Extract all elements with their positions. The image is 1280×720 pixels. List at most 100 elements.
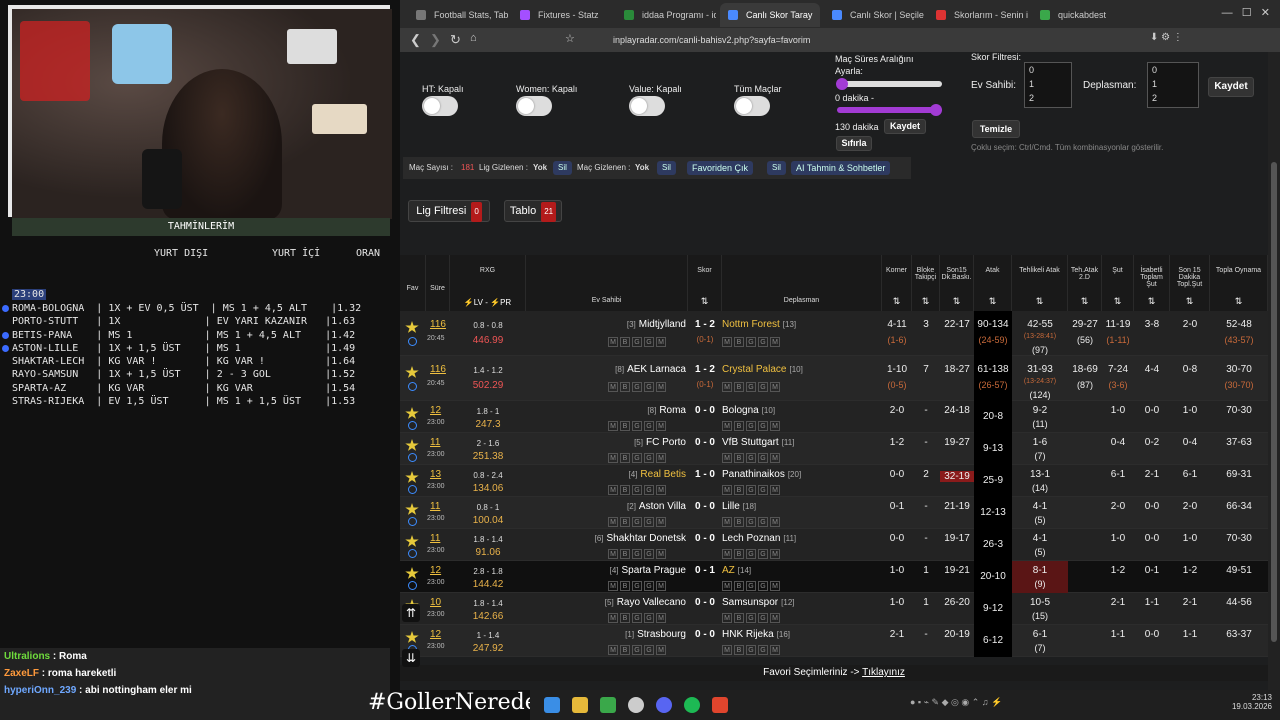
browser-tab[interactable]: Skorlarım - Senin iç: [928, 3, 1028, 27]
away-team[interactable]: HNK Rijeka [16]: [722, 629, 790, 640]
scroll-top-button[interactable]: ⇈: [402, 604, 420, 622]
tum-toggle[interactable]: [734, 96, 770, 116]
away-team[interactable]: VfB Stuttgart [11]: [722, 437, 794, 448]
notify-icon[interactable]: [408, 517, 417, 526]
header-sut[interactable]: Şut ⇅: [1102, 255, 1134, 311]
sifirla-button[interactable]: Sıfırla: [836, 136, 872, 151]
notify-icon[interactable]: [408, 382, 417, 391]
reload-icon[interactable]: ↻: [450, 32, 461, 48]
notify-icon[interactable]: [408, 549, 417, 558]
header-fav[interactable]: Fav: [400, 255, 426, 311]
home-team[interactable]: [1] Strasbourg: [625, 629, 686, 640]
sort-icon[interactable]: ⇅: [1102, 296, 1133, 307]
sort-icon[interactable]: ⇅: [1068, 296, 1101, 307]
match-minute[interactable]: 116: [430, 364, 446, 375]
sort-icon[interactable]: ⇅: [688, 296, 721, 307]
browser-tab[interactable]: Fixtures - Statz: [512, 3, 612, 27]
lig-sil-button[interactable]: Sil: [553, 161, 572, 175]
home-team[interactable]: [4] Real Betis: [629, 469, 686, 480]
away-team[interactable]: Samsunspor [12]: [722, 597, 794, 608]
away-team[interactable]: Bologna [10]: [722, 405, 775, 416]
match-minute[interactable]: 11: [430, 533, 440, 544]
match-minute[interactable]: 11: [430, 437, 440, 448]
favoriden-cik-button[interactable]: Favoriden Çık: [687, 161, 754, 175]
browser-tab[interactable]: quickabdest: [1032, 3, 1132, 27]
match-minute[interactable]: 11: [430, 501, 440, 512]
header-dep[interactable]: Deplasman: [722, 255, 882, 311]
tray-icons[interactable]: ● ▪ ⌁ ✎ ◆ ◎ ◉ ⌃ ♫ ⚡: [910, 697, 1110, 713]
browser-tab[interactable]: Football Stats, Table: [408, 3, 508, 27]
away-team[interactable]: Nottm Forest [13]: [722, 319, 796, 330]
spotify-icon[interactable]: [684, 697, 700, 713]
browser-tab[interactable]: Canlı Skor Taray: [720, 3, 820, 27]
header-teh2d[interactable]: Teh.Atak 2.D ⇅: [1068, 255, 1102, 311]
obs-icon[interactable]: [628, 697, 644, 713]
favorite-star-icon[interactable]: [405, 471, 419, 483]
favorite-star-icon[interactable]: [405, 535, 419, 547]
notify-icon[interactable]: [408, 337, 417, 346]
away-team[interactable]: Lech Poznan [11]: [722, 533, 796, 544]
sheets-icon[interactable]: [600, 697, 616, 713]
notify-icon[interactable]: [408, 485, 417, 494]
home-team[interactable]: [4] Sparta Prague: [610, 565, 686, 576]
header-ev[interactable]: Ev Sahibi: [526, 255, 688, 311]
home-team[interactable]: [6] Shakhtar Donetsk: [595, 533, 686, 544]
home-team[interactable]: [5] FC Porto: [634, 437, 686, 448]
forward-icon[interactable]: ❯: [430, 32, 441, 48]
ai-tahmin-button[interactable]: AI Tahmin & Sohbetler: [791, 161, 891, 175]
away-team[interactable]: Crystal Palace [10]: [722, 364, 803, 375]
match-minute[interactable]: 12: [430, 405, 441, 416]
max-slider[interactable]: [837, 107, 942, 113]
women-toggle[interactable]: [516, 96, 552, 116]
header-son15[interactable]: Son15 Dk.Baskı. ⇅: [940, 255, 974, 311]
favorite-star-icon[interactable]: [405, 631, 419, 643]
header-skor[interactable]: Skor ⇅: [688, 255, 722, 311]
extensions-icon[interactable]: ⬇ ⚙ ⋮: [1150, 32, 1183, 43]
sort-icon[interactable]: ⇅: [1012, 296, 1067, 307]
scroll-bottom-button[interactable]: ⇊: [402, 649, 420, 667]
favorite-star-icon[interactable]: [405, 407, 419, 419]
ev-select[interactable]: 012: [1024, 62, 1072, 108]
min-slider[interactable]: [837, 81, 942, 87]
notify-icon[interactable]: [408, 581, 417, 590]
tablo-button[interactable]: Tablo 21: [504, 200, 562, 222]
min-slider-handle[interactable]: [836, 78, 848, 90]
header-isabetli[interactable]: İsabetli Toplam Şut ⇅: [1134, 255, 1170, 311]
match-minute[interactable]: 13: [430, 469, 441, 480]
header-tehlikeli[interactable]: Tehlikeli Atak ⇅: [1012, 255, 1068, 311]
home-team[interactable]: [8] AEK Larnaca: [615, 364, 686, 375]
header-son15sut[interactable]: Son 15 Dakika Topl.Şut ⇅: [1170, 255, 1210, 311]
home-team[interactable]: [3] Midtjylland: [627, 319, 686, 330]
temizle-button[interactable]: Temizle: [972, 120, 1020, 138]
sort-icon[interactable]: ⇅: [912, 296, 939, 307]
header-rxg[interactable]: RXG ⚡LV - ⚡PR: [450, 255, 526, 311]
lv-toggle[interactable]: LV: [474, 298, 483, 307]
away-team[interactable]: Lille [18]: [722, 501, 756, 512]
bookmark-icon[interactable]: ☆: [565, 32, 575, 45]
sure-kaydet-button[interactable]: Kaydet: [884, 119, 926, 134]
match-minute[interactable]: 10: [430, 597, 441, 608]
explorer-icon[interactable]: [572, 697, 588, 713]
sort-icon[interactable]: ⇅: [1170, 296, 1209, 307]
favorite-star-icon[interactable]: [405, 321, 419, 333]
home-team[interactable]: [5] Rayo Vallecano: [605, 597, 686, 608]
match-minute[interactable]: 12: [430, 629, 441, 640]
pr-toggle[interactable]: PR: [500, 298, 511, 307]
header-topla[interactable]: Topla Oynama ⇅: [1210, 255, 1268, 311]
dep-select[interactable]: 012: [1147, 62, 1199, 108]
notify-icon[interactable]: [408, 453, 417, 462]
sil-button[interactable]: Sil: [767, 161, 786, 175]
address-input[interactable]: inplayradar.com/canli-bahisv2.php?sayfa=…: [585, 31, 1125, 49]
max-slider-handle[interactable]: [930, 104, 942, 116]
rxg-toggle[interactable]: ⚡LV - ⚡PR: [450, 298, 525, 307]
away-team[interactable]: AZ [14]: [722, 565, 751, 576]
header-korner[interactable]: Korner ⇅: [882, 255, 912, 311]
system-clock[interactable]: 23:13 19.03.2026: [1232, 693, 1272, 711]
page-scrollbar[interactable]: [1268, 52, 1280, 690]
favorite-star-icon[interactable]: [405, 366, 419, 378]
sort-icon[interactable]: ⇅: [974, 296, 1011, 307]
ht-toggle[interactable]: [422, 96, 458, 116]
sort-icon[interactable]: ⇅: [1134, 296, 1169, 307]
skor-kaydet-button[interactable]: Kaydet: [1208, 77, 1254, 97]
start-icon[interactable]: [544, 697, 560, 713]
